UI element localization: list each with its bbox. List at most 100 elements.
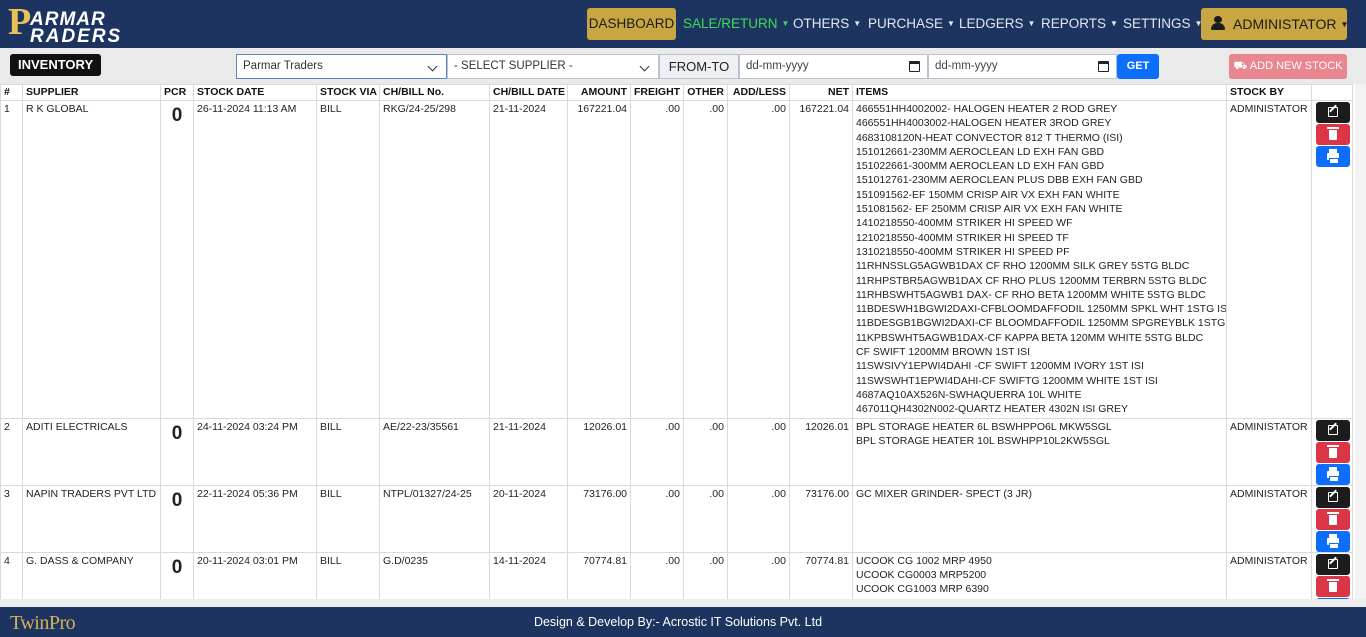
cell-via: BILL <box>316 100 380 419</box>
nav-others[interactable]: OTHERS ▼ <box>793 8 861 40</box>
col-header[interactable]: ITEMS <box>852 84 1227 101</box>
item-line: 151022661-300MM AEROCLEAN LD EXH FAN GBD <box>856 160 1105 173</box>
cell-stock-date: 26-11-2024 11:13 AM <box>193 100 317 419</box>
logo-letter: P <box>8 1 32 43</box>
inventory-table: # SUPPLIER PCR STOCK DATE STOCK VIA CH/B… <box>0 84 1353 599</box>
print-button[interactable] <box>1316 463 1350 485</box>
nav-ledgers[interactable]: LEDGERS ▼ <box>959 8 1035 40</box>
edit-button[interactable] <box>1316 419 1350 441</box>
cell-addless: .00 <box>727 484 790 553</box>
inventory-table-container[interactable]: # SUPPLIER PCR STOCK DATE STOCK VIA CH/B… <box>0 84 1366 599</box>
cell-bill-date: 21-11-2024 <box>489 100 568 419</box>
col-header[interactable]: STOCK BY <box>1226 84 1312 101</box>
horizontal-scrollbar[interactable] <box>0 599 1366 607</box>
company-select[interactable]: Parmar Traders <box>236 54 447 79</box>
cell-stock-date: 24-11-2024 03:24 PM <box>193 417 317 486</box>
cell-via: BILL <box>316 484 380 553</box>
col-header[interactable]: STOCK DATE <box>193 84 317 101</box>
caret-down-icon: ▼ <box>1110 19 1118 28</box>
nav-purchase[interactable]: PURCHASE ▼ <box>868 8 955 40</box>
delete-button[interactable] <box>1316 575 1350 597</box>
cell-amount: 12026.01 <box>567 417 631 486</box>
user-menu-button[interactable]: ADMINISTATOR ▼ <box>1201 8 1349 40</box>
caret-down-icon: ▼ <box>1340 20 1349 29</box>
item-line: 151012761-230MM AEROCLEAN PLUS DBB EXH F… <box>856 174 1143 187</box>
item-line: 1310218550-400MM STRIKER HI SPEED PF <box>856 245 1070 258</box>
cell-actions <box>1311 417 1353 486</box>
col-header[interactable]: OTHER <box>683 84 728 101</box>
cell-items: GC MIXER GRINDER- SPECT (3 JR) <box>852 484 1227 553</box>
supplier-select[interactable]: - SELECT SUPPLIER - <box>447 54 659 79</box>
col-header[interactable]: STOCK VIA <box>316 84 380 101</box>
cell-other: .00 <box>683 417 728 486</box>
col-header[interactable]: ADD/LESS <box>727 84 790 101</box>
delete-button[interactable] <box>1316 124 1350 145</box>
cell-actions <box>1311 484 1353 553</box>
table-row[interactable]: 1R K GLOBAL 0 26-11-2024 11:13 AM BILL RKG/2… <box>0 100 1353 419</box>
col-header[interactable]: SUPPLIER <box>22 84 161 101</box>
caret-down-icon: ▼ <box>853 19 862 28</box>
edit-button[interactable] <box>1316 553 1350 575</box>
cell-bill-no: G.D/0235 <box>379 551 490 599</box>
cell-supplier: G. DASS & COMPANY <box>22 551 161 599</box>
cell-bill-no: AE/22-23/35561 <box>379 417 490 486</box>
item-line: BPL STORAGE HEATER 6L BSWHPPO6L MKW5SGL <box>856 420 1112 433</box>
print-button[interactable] <box>1316 530 1350 552</box>
cell-bill-date: 14-11-2024 <box>489 551 568 599</box>
col-header[interactable]: PCR <box>160 84 194 101</box>
nav-sale-return[interactable]: SALE/RETURN ▼ <box>683 8 789 40</box>
footer-credit: Design & Develop By:- Acrostic IT Soluti… <box>533 615 823 629</box>
filter-toolbar: INVENTORY Parmar Traders - SELECT SUPPLI… <box>0 48 1366 84</box>
col-header[interactable]: NET <box>789 84 853 101</box>
nav-dashboard[interactable]: DASHBOARD <box>587 8 676 40</box>
trash-icon <box>1327 127 1339 140</box>
cell-no: 1 <box>0 100 23 419</box>
date-to-input[interactable]: dd-mm-yyyy <box>928 54 1117 79</box>
cell-actions <box>1311 551 1353 599</box>
delete-button[interactable] <box>1316 441 1350 463</box>
col-header[interactable]: AMOUNT <box>567 84 631 101</box>
col-header[interactable]: FREIGHT <box>630 84 684 101</box>
top-navbar: P ARMAR RADERS DASHBOARD SALE/RETURN ▼ OT… <box>0 0 1366 48</box>
cell-actions <box>1311 100 1353 419</box>
table-row[interactable]: 4 G. DASS & COMPANY 0 20-11-2024 03:01 PM BI… <box>0 551 1353 599</box>
cell-bill-date: 20-11-2024 <box>489 484 568 553</box>
edit-button[interactable] <box>1316 486 1350 508</box>
get-button[interactable]: GET <box>1117 54 1159 79</box>
nav-settings[interactable]: SETTINGS ▼ <box>1123 8 1202 40</box>
cell-amount: 167221.04 <box>567 100 631 419</box>
print-button[interactable] <box>1316 146 1350 167</box>
col-header[interactable]: # <box>0 84 23 101</box>
cell-pcr: 0 <box>160 417 194 486</box>
table-row[interactable]: 3 NAPIN TRADERS PVT LTD 0 22-11-2024 05:36 … <box>0 484 1353 553</box>
cell-addless: .00 <box>727 551 790 599</box>
add-new-stock-button[interactable]: ⛟ ADD NEW STOCK <box>1229 54 1347 79</box>
cell-supplier: ADITI ELECTRICALS <box>22 417 161 486</box>
cell-no: 3 <box>0 484 23 553</box>
cell-freight: .00 <box>630 551 684 599</box>
col-header[interactable]: CH/BILL No. <box>379 84 490 101</box>
item-line: 151091562-EF 150MM CRISP AIR VX EXH FAN … <box>856 188 1120 201</box>
item-line: 11RHNSSLG5AGWB1DAX CF RHO 1200MM SILK GR… <box>856 260 1190 273</box>
item-line: 151012661-230MM AEROCLEAN LD EXH FAN GBD <box>856 145 1105 158</box>
nav-reports[interactable]: REPORTS ▼ <box>1041 8 1118 40</box>
item-line: 11BDESWH1BGWI2DAXI-CFBLOOMDAFFODIL 1250M… <box>856 303 1227 316</box>
cell-via: BILL <box>316 551 380 599</box>
item-line: UCOOK CG0003 MRP5200 <box>856 568 987 581</box>
trash-icon <box>1327 444 1339 458</box>
edit-button[interactable] <box>1316 102 1350 123</box>
vertical-scrollbar[interactable] <box>1355 84 1366 599</box>
col-header[interactable]: CH/BILL DATE <box>489 84 568 101</box>
table-row[interactable]: 2 ADITI ELECTRICALS 0 24-11-2024 03:24 PM BI… <box>0 417 1353 486</box>
calendar-icon[interactable] <box>909 61 920 72</box>
cell-no: 2 <box>0 417 23 486</box>
calendar-icon[interactable] <box>1098 61 1109 72</box>
delete-button[interactable] <box>1316 508 1350 530</box>
brand-logo[interactable]: P ARMAR RADERS <box>8 1 120 47</box>
date-from-input[interactable]: dd-mm-yyyy <box>739 54 928 79</box>
cell-pcr: 0 <box>160 484 194 553</box>
cell-bill-date: 21-11-2024 <box>489 417 568 486</box>
cell-stock-by: ADMINISTATOR <box>1226 484 1312 553</box>
cell-net: 73176.00 <box>789 484 853 553</box>
item-line: GC MIXER GRINDER- SPECT (3 JR) <box>856 487 1032 500</box>
